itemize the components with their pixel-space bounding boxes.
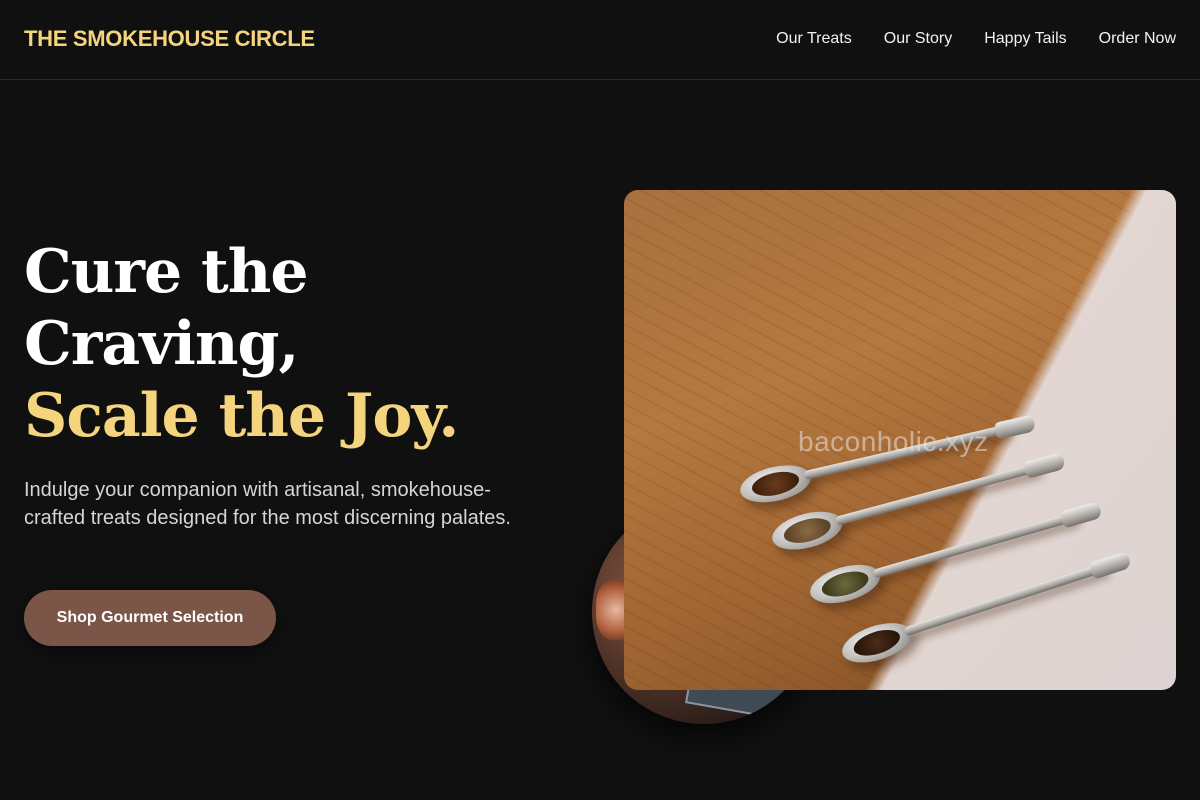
- nav-link-order-now[interactable]: Order Now: [1099, 30, 1176, 48]
- site-header: THE SMOKEHOUSE CIRCLE Our Treats Our Sto…: [0, 0, 1200, 80]
- shop-gourmet-selection-button[interactable]: Shop Gourmet Selection: [24, 590, 276, 646]
- hero-title-accent: Scale the Joy.: [24, 381, 459, 451]
- hero-title: Cure the Craving, Scale the Joy.: [24, 236, 459, 452]
- hero-title-line-2: Craving,: [24, 309, 299, 379]
- hero-title-line-1: Cure the: [24, 237, 309, 307]
- hero-subtitle: Indulge your companion with artisanal, s…: [24, 479, 511, 529]
- nav-link-happy-tails[interactable]: Happy Tails: [984, 30, 1066, 48]
- brand-logo[interactable]: THE SMOKEHOUSE CIRCLE: [24, 26, 315, 52]
- image-watermark: baconholic.xyz: [798, 426, 989, 457]
- nav-link-our-treats[interactable]: Our Treats: [776, 30, 852, 48]
- nav-link-our-story[interactable]: Our Story: [884, 30, 952, 48]
- hero-spoons-image: baconholic.xyz: [624, 190, 1176, 690]
- main-nav: Our Treats Our Story Happy Tails Order N…: [776, 30, 1176, 48]
